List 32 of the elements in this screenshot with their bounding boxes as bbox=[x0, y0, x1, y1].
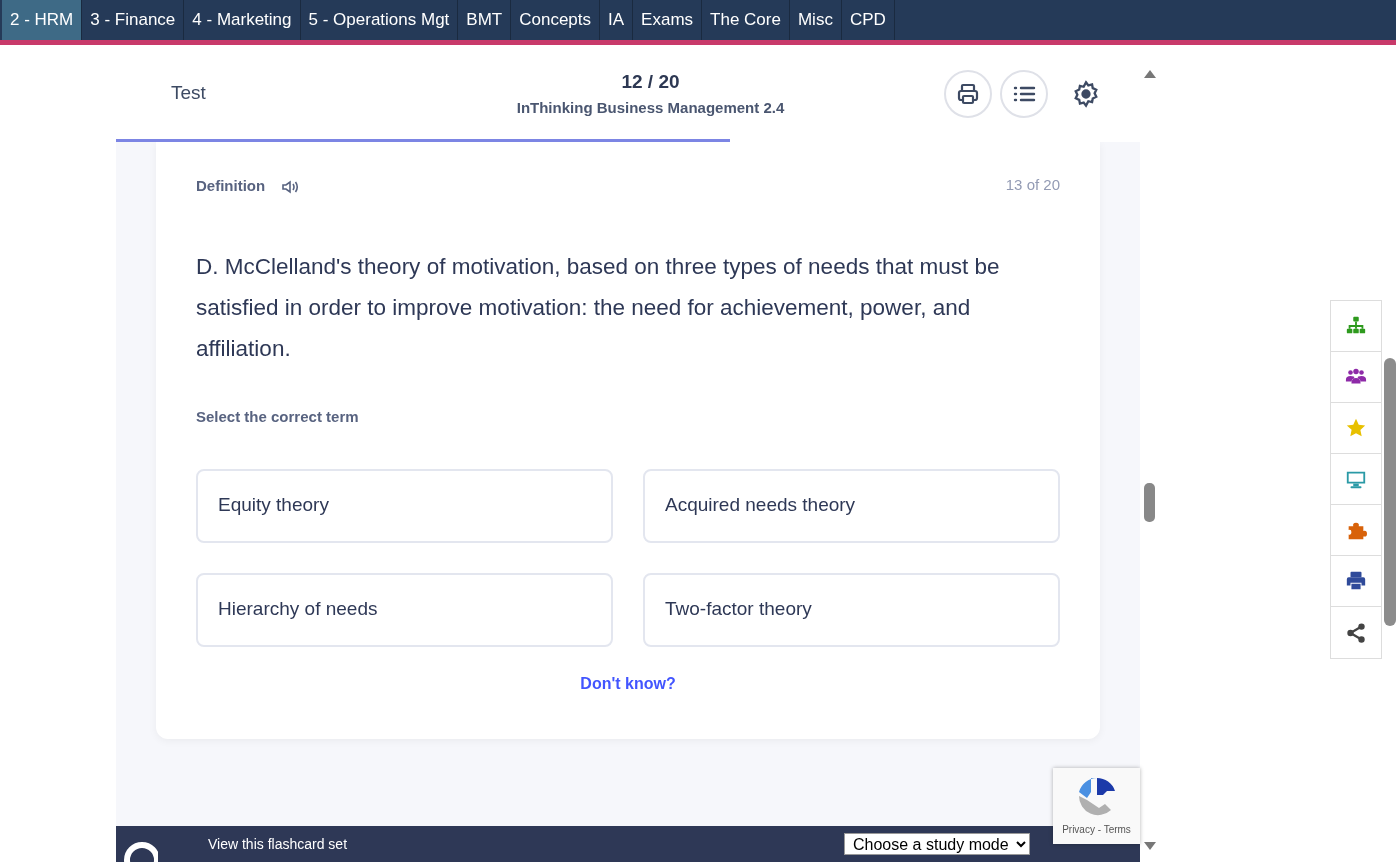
answer-prompt: Select the correct term bbox=[196, 407, 360, 427]
nav-tab[interactable]: BMT bbox=[458, 0, 512, 40]
card-position: 13 of 20 bbox=[1005, 175, 1060, 195]
answer-option[interactable]: Equity theory bbox=[196, 468, 613, 543]
view-set-link[interactable]: View this flashcard set bbox=[208, 833, 348, 855]
answer-option[interactable]: Two-factor theory bbox=[643, 572, 1060, 647]
quiz-mode-label: Test bbox=[171, 81, 207, 106]
page-scrollbar[interactable] bbox=[1384, 358, 1396, 626]
list-button[interactable] bbox=[1000, 69, 1048, 118]
answer-option[interactable]: Hierarchy of needs bbox=[196, 572, 613, 647]
nav-tab[interactable]: 3 - Finance bbox=[82, 0, 185, 40]
nav-tab[interactable]: IA bbox=[600, 0, 634, 40]
recaptcha-links[interactable]: Privacy - Terms bbox=[1062, 822, 1131, 837]
logo-icon bbox=[122, 840, 158, 862]
printer-icon bbox=[956, 81, 980, 106]
answer-option[interactable]: Acquired needs theory bbox=[643, 468, 1060, 543]
print-button[interactable] bbox=[944, 69, 992, 118]
nav-tab[interactable]: Exams bbox=[633, 0, 703, 40]
nav-tab[interactable]: 4 - Marketing bbox=[184, 0, 301, 40]
nav-tab[interactable]: 2 - HRM bbox=[2, 0, 83, 40]
definition-text: D. McClelland's theory of motivation, based on three types of needs that must be satisfied in order to improve motivation: the need for achievement, power, and affiliation. bbox=[196, 253, 1001, 363]
nav-tab[interactable]: Concepts bbox=[511, 0, 601, 40]
question-counter: 12 / 20 bbox=[620, 70, 681, 94]
nav-tab[interactable]: CPD bbox=[841, 0, 895, 40]
dont-know-link[interactable]: Don't know? bbox=[574, 670, 682, 697]
set-title: InThinking Business Management 2.4 bbox=[515, 97, 786, 118]
settings-button[interactable] bbox=[1072, 79, 1100, 108]
nav-tab[interactable]: Misc bbox=[789, 0, 842, 40]
nav-tab[interactable]: 5 - Operations Mgt bbox=[300, 0, 459, 40]
nav-tab[interactable]: The Core bbox=[702, 0, 790, 40]
side-label: Definition bbox=[196, 175, 266, 196]
study-mode-select[interactable]: Choose a study mode bbox=[844, 833, 1030, 855]
